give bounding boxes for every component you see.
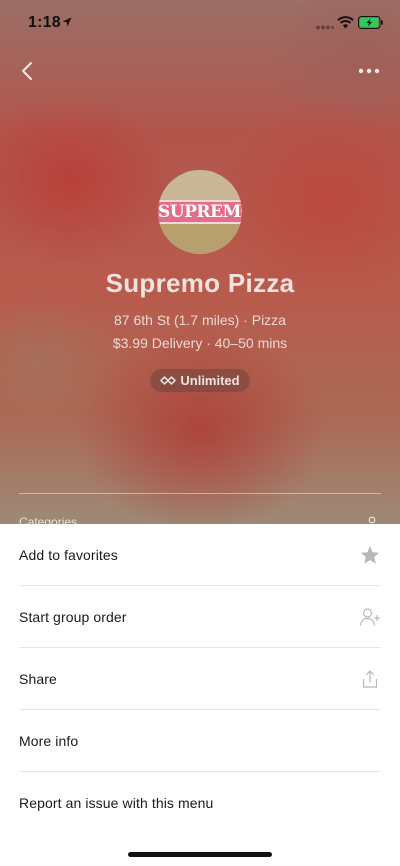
action-sheet: Add to favorites Start group order Share… — [0, 524, 400, 866]
home-indicator[interactable] — [128, 852, 272, 857]
menu-item-add-to-favorites[interactable]: Add to favorites — [19, 524, 381, 586]
categories-dropdown[interactable]: Categories — [19, 515, 77, 524]
store-hero-background: 1:18 SUPREMO Sup — [0, 0, 400, 524]
more-options-icon[interactable] — [356, 62, 382, 80]
wifi-icon — [337, 16, 354, 29]
store-delivery-line: $3.99 Delivery · 40–50 mins — [112, 335, 288, 351]
search-icon[interactable] — [367, 516, 377, 524]
menu-item-share[interactable]: Share — [19, 648, 381, 710]
store-name: Supremo Pizza — [105, 268, 295, 298]
store-logo: SUPREMO — [158, 170, 242, 254]
battery-charging-icon — [358, 16, 383, 29]
status-bar: 1:18 — [0, 0, 400, 44]
divider — [19, 493, 381, 494]
location-arrow-icon — [62, 17, 72, 27]
unlimited-badge: Unlimited — [150, 369, 250, 392]
unlimited-icon — [160, 376, 177, 385]
cellular-signal-icon — [316, 25, 334, 30]
menu-item-label: Start group order — [19, 609, 127, 625]
menu-item-start-group-order[interactable]: Start group order — [19, 586, 381, 648]
share-icon — [362, 670, 378, 688]
menu-item-label: More info — [19, 733, 79, 749]
menu-item-label: Add to favorites — [19, 547, 118, 563]
menu-item-more-info[interactable]: More info — [19, 710, 381, 772]
menu-item-label: Report an issue with this menu — [19, 795, 214, 811]
menu-item-report-issue[interactable]: Report an issue with this menu — [19, 772, 381, 834]
store-address-line: 87 6th St (1.7 miles) · Pizza — [114, 312, 286, 328]
store-logo-text: SUPREMO — [158, 202, 242, 222]
menu-item-label: Share — [19, 671, 57, 687]
status-time: 1:18 — [28, 14, 61, 31]
back-chevron-icon[interactable] — [18, 60, 38, 82]
badge-label: Unlimited — [180, 373, 240, 388]
add-person-icon — [359, 608, 380, 626]
star-icon — [360, 546, 380, 564]
